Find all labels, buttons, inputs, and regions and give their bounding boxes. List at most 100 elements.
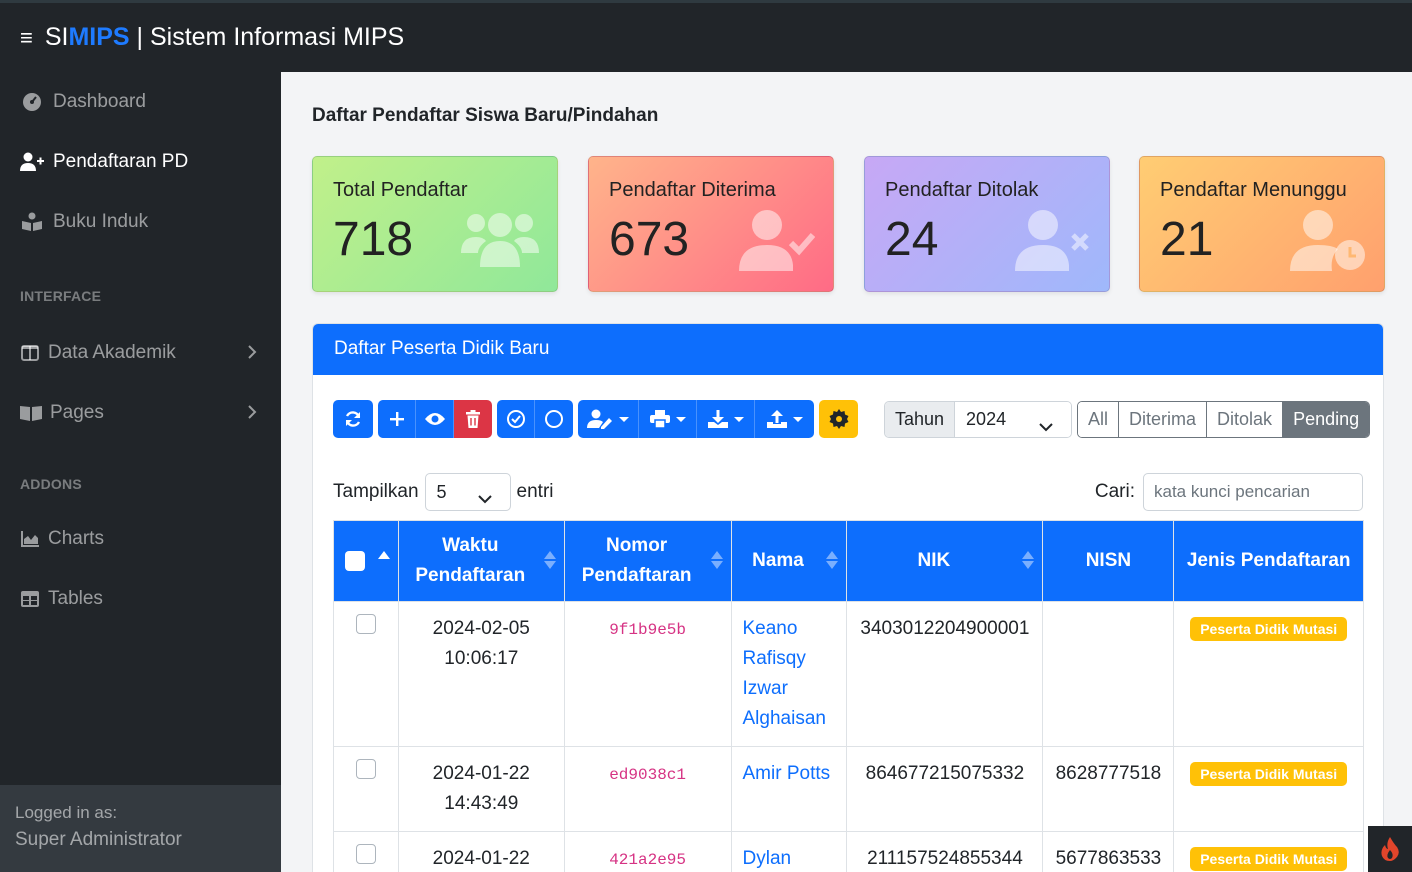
chevron-right-icon xyxy=(247,404,257,426)
devtools-flame-button[interactable] xyxy=(1368,826,1412,872)
table-row[interactable]: 2024-01-22 421a2e95 Dylan 21115752485534… xyxy=(333,831,1364,872)
stat-card-menunggu: Pendaftar Menunggu 21 xyxy=(1139,156,1385,292)
sidebar-footer: Logged in as: Super Administrator xyxy=(0,785,281,872)
users-icon xyxy=(461,209,539,276)
row-nama-link[interactable]: Dylan xyxy=(743,848,792,869)
download-icon xyxy=(707,410,728,428)
delete-button[interactable] xyxy=(454,400,492,438)
sidebar-item-label: Tables xyxy=(48,588,103,609)
view-button[interactable] xyxy=(416,400,454,438)
row-nama-link[interactable]: Amir Potts xyxy=(743,763,831,784)
download-dropdown[interactable] xyxy=(697,400,755,438)
deselect-all-button[interactable] xyxy=(535,400,573,438)
sidebar-item-dashboard[interactable]: Dashboard xyxy=(0,72,281,132)
logged-in-label: Logged in as: xyxy=(15,803,118,822)
sort-icon xyxy=(826,551,839,569)
brand-subtitle: | Sistem Informasi MIPS xyxy=(129,23,405,51)
table-row[interactable]: 2024-01-22 14:43:49 ed9038c1 Amir Potts 8… xyxy=(333,746,1364,832)
stat-card-diterima: Pendaftar Diterima 673 xyxy=(588,156,834,292)
user-edit-icon xyxy=(587,409,612,429)
row-checkbox[interactable] xyxy=(355,844,376,864)
user-edit-dropdown[interactable] xyxy=(578,400,639,438)
sidebar-item-label: Dashboard xyxy=(53,91,146,112)
column-nomor-line2: Pendaftaran xyxy=(581,565,692,586)
gear-icon xyxy=(829,409,848,429)
column-nisn-label: NISN xyxy=(1085,550,1132,571)
row-nama-link[interactable]: Keano Rafisqy Izwar Alghaisan xyxy=(743,618,826,729)
card-title: Daftar Peserta Didik Baru xyxy=(313,324,1383,375)
sidebar-item-pendaftaran[interactable]: Pendaftaran PD xyxy=(0,132,281,192)
sort-icon xyxy=(377,551,390,569)
sidebar-item-label: Pages xyxy=(50,402,104,423)
year-select[interactable]: 2024 xyxy=(955,402,1072,437)
select-all-button[interactable] xyxy=(497,400,535,438)
table-row[interactable]: 2024-02-05 10:06:17 9f1b9e5b Keano Rafisqy… xyxy=(333,601,1364,747)
trash-icon xyxy=(466,410,480,428)
print-icon xyxy=(649,410,670,428)
year-value: 2024 xyxy=(966,409,1007,429)
column-nisn[interactable]: NISN xyxy=(1042,520,1175,602)
show-label: Tampilkan xyxy=(333,481,419,502)
table-header-row: Waktu Pendaftaran Nomor Pendaftaran Nama N… xyxy=(333,520,1364,602)
sidebar-item-tables[interactable]: Tables xyxy=(0,569,281,629)
settings-button[interactable] xyxy=(819,400,858,438)
chevron-right-icon xyxy=(247,344,257,366)
refresh-button[interactable] xyxy=(333,400,373,438)
sidebar-item-charts[interactable]: Charts xyxy=(0,509,281,569)
select-all-checkbox[interactable] xyxy=(345,551,365,571)
settings-group xyxy=(819,400,858,438)
sidebar-toggle-icon[interactable]: ≡ xyxy=(20,25,33,51)
row-nik: 864677215075332 xyxy=(865,763,1025,784)
sidebar-item-data-akademik[interactable]: Data Akademik xyxy=(0,323,281,383)
sort-icon xyxy=(710,551,723,569)
row-checkbox[interactable] xyxy=(355,614,376,634)
column-waktu-line2: Pendaftaran xyxy=(415,565,526,586)
column-waktu-line1: Waktu xyxy=(442,535,499,556)
column-waktu[interactable]: Waktu Pendaftaran xyxy=(397,520,565,602)
filter-pending-button[interactable]: Pending xyxy=(1283,402,1370,437)
search-input[interactable] xyxy=(1143,473,1363,511)
check-circle-icon xyxy=(506,410,525,428)
add-button[interactable] xyxy=(378,400,416,438)
row-nomor: 421a2e95 xyxy=(609,851,686,869)
brand-mips: MIPS xyxy=(68,23,130,51)
column-jenis[interactable]: Jenis Pendaftaran xyxy=(1173,520,1364,602)
select-column-header[interactable] xyxy=(333,520,399,602)
data-actions-group xyxy=(578,400,814,438)
page-length-select[interactable]: 5 xyxy=(424,473,511,511)
column-nama[interactable]: Nama xyxy=(730,520,848,602)
page-length-value: 5 xyxy=(436,481,447,502)
sidebar-heading-addons: ADDONS xyxy=(20,476,82,492)
upload-dropdown[interactable] xyxy=(755,400,814,438)
row-checkbox[interactable] xyxy=(355,759,376,779)
user-times-icon xyxy=(1015,209,1091,276)
registrant-table: Waktu Pendaftaran Nomor Pendaftaran Nama N… xyxy=(333,520,1364,872)
row-nama-part: Izwar xyxy=(742,678,788,699)
row-nik: 211157524855344 xyxy=(867,848,1023,869)
refresh-group xyxy=(333,400,373,438)
chart-area-icon xyxy=(20,529,40,549)
stat-title: Pendaftar Ditolak xyxy=(885,179,1039,201)
book-reader-icon xyxy=(20,212,44,232)
crud-group xyxy=(378,400,492,438)
jenis-badge: Peserta Didik Mutasi xyxy=(1190,762,1348,786)
row-nomor: ed9038c1 xyxy=(609,766,686,784)
column-nik[interactable]: NIK xyxy=(846,520,1044,602)
main-content: Daftar Pendaftar Siswa Baru/Pindahan Tot… xyxy=(281,72,1412,872)
filter-ditolak-button[interactable]: Ditolak xyxy=(1207,402,1284,437)
row-nama-part: Alghaisan xyxy=(742,708,826,729)
search-label: Cari: xyxy=(1094,481,1135,502)
sidebar-item-label: Charts xyxy=(48,528,104,549)
jenis-badge: Peserta Didik Mutasi xyxy=(1190,617,1348,641)
sidebar-item-pages[interactable]: Pages xyxy=(0,383,281,443)
filter-all-button[interactable]: All xyxy=(1078,402,1120,437)
row-nomor: 9f1b9e5b xyxy=(609,621,686,639)
brand-title[interactable]: SIMIPS | Sistem Informasi MIPS xyxy=(45,23,404,52)
print-dropdown[interactable] xyxy=(639,400,697,438)
search-control: Cari: xyxy=(1095,473,1363,511)
select-group xyxy=(497,400,573,438)
filter-diterima-button[interactable]: Diterima xyxy=(1119,402,1208,437)
column-nomor[interactable]: Nomor Pendaftaran xyxy=(563,520,732,602)
sidebar-item-buku-induk[interactable]: Buku Induk xyxy=(0,192,281,252)
tachometer-icon xyxy=(20,92,44,112)
